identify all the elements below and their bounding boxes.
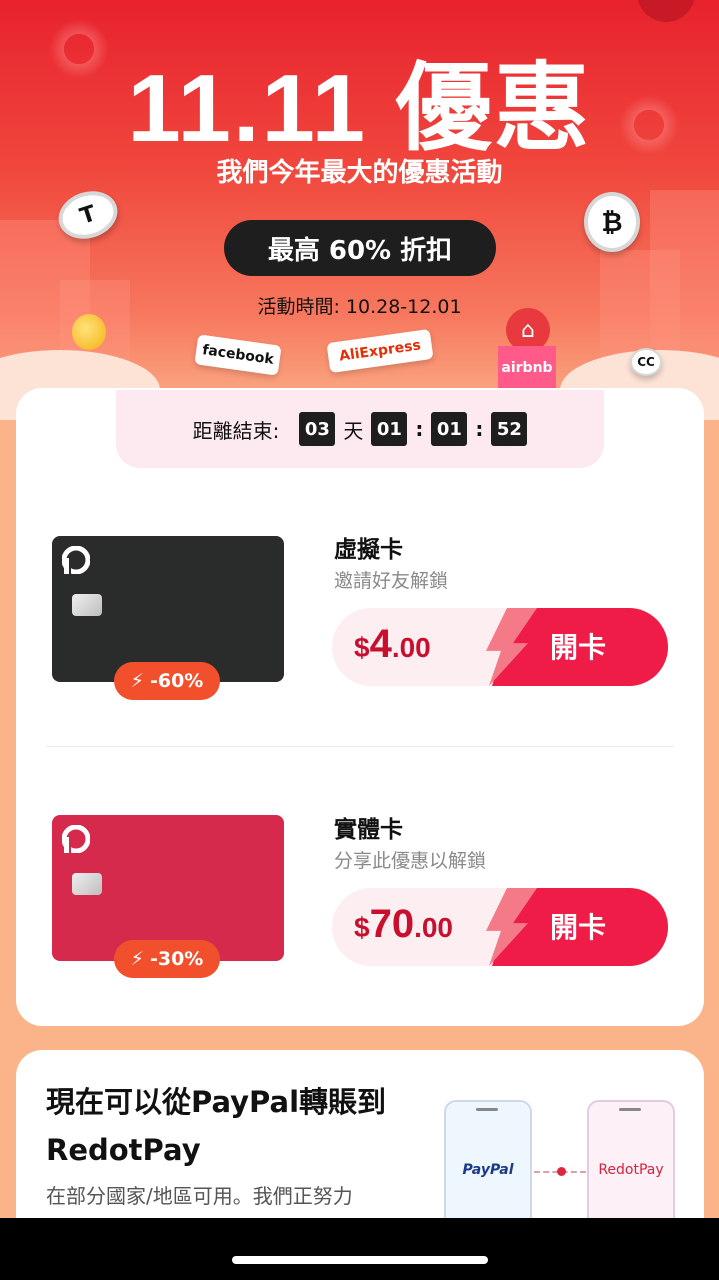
paypal-transfer-title: 現在可以從PayPal轉賬到RedotPay [46,1085,387,1167]
virtual-card-desc: 邀請好友解鎖 [334,570,449,592]
max-discount-badge: 最高 60% 折扣 [224,220,496,276]
promo-title: 11.11 優惠 [127,55,592,162]
virtual-card-price: $4.00 [354,622,431,666]
bitcoin-coin-icon: ₿ [584,192,640,252]
countdown-days: 03 [299,412,336,446]
open-card-label: 開卡 [550,631,607,664]
physical-card-discount-badge: ⚡ -30% [114,940,220,978]
chanel-logo: CC [630,348,662,376]
countdown-hours: 01 [371,412,408,446]
countdown-label: 距離結束: [192,418,280,443]
promo-subtitle: 我們今年最大的優惠活動 [216,158,503,188]
countdown-days-unit: 天 [343,418,364,443]
physical-card-desc: 分享此優惠以解鎖 [334,850,487,872]
lightning-icon: ⚡ [130,948,144,970]
virtual-card-image [52,536,284,682]
virtual-card-open-button[interactable]: $4.00 開卡 [332,608,668,686]
promo-period: 活動時間: 10.28-12.01 [257,296,462,318]
card-chip-icon [72,594,102,616]
countdown-separator: : [475,417,484,441]
lightning-icon: ⚡ [130,670,144,692]
redotpay-logo-icon [62,546,90,574]
card-chip-icon [72,873,102,895]
system-nav-bar [0,1218,719,1280]
physical-card-name: 實體卡 [334,817,403,843]
countdown-seconds: 52 [491,412,528,446]
redotpay-logo-icon [62,825,90,853]
virtual-card-name: 虛擬卡 [334,537,403,563]
transfer-dot-icon [557,1167,566,1176]
discount-label: -30% [149,948,204,970]
divider [46,746,674,747]
physical-card-open-button[interactable]: $70.00 開卡 [332,888,668,966]
virtual-card-discount-badge: ⚡ -60% [114,662,220,700]
airbnb-logo: airbnb [498,346,556,390]
open-card-label: 開卡 [550,911,607,944]
physical-card-price: $70.00 [354,902,454,946]
redotpay-logo: RedotPay [598,1162,664,1178]
countdown-separator: : [415,417,424,441]
gold-coin-icon [72,314,106,350]
discount-label: -60% [149,670,204,692]
paypal-logo: PayPal [462,1162,514,1178]
home-indicator[interactable] [232,1256,488,1264]
paypal-transfer-desc: 在部分國家/地區可用。我們正努力 [46,1184,353,1208]
countdown-minutes: 01 [431,412,468,446]
countdown-timer: 距離結束: 03 天 01 : 01 : 52 [116,390,604,468]
